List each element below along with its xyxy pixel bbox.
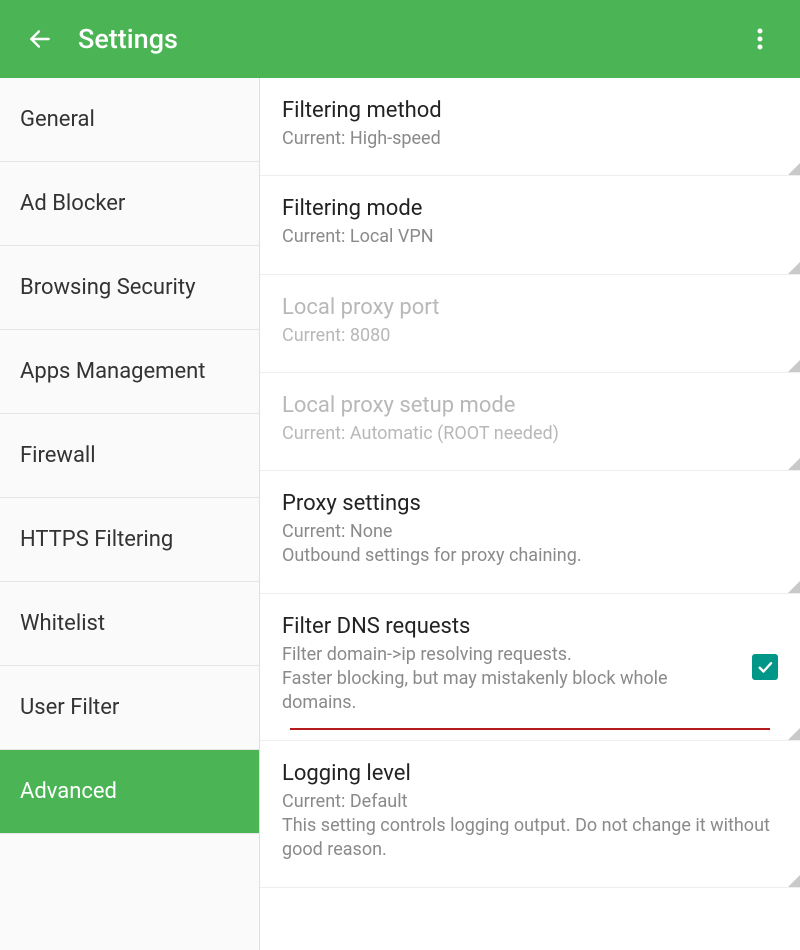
- sidebar-item-browsing-security[interactable]: Browsing Security: [0, 246, 259, 330]
- checkbox-filter-dns-requests[interactable]: [752, 654, 778, 680]
- sidebar-item-label: Browsing Security: [20, 275, 195, 300]
- setting-filter-dns-requests[interactable]: Filter DNS requests Filter domain->ip res…: [260, 594, 800, 741]
- setting-title: Proxy settings: [282, 491, 778, 516]
- sidebar-item-label: Apps Management: [20, 359, 206, 384]
- setting-subtitle: Filter domain->ip resolving requests. Fa…: [282, 643, 712, 716]
- resize-corner-icon: [788, 875, 800, 887]
- setting-proxy-settings[interactable]: Proxy settings Current: None Outbound set…: [260, 471, 800, 594]
- setting-title: Filtering mode: [282, 196, 778, 221]
- setting-subtitle: Current: Automatic (ROOT needed): [282, 422, 778, 446]
- setting-subtitle: Current: None Outbound settings for prox…: [282, 520, 778, 569]
- sidebar-item-general[interactable]: General: [0, 78, 259, 162]
- sidebar: General Ad Blocker Browsing Security Apps M…: [0, 78, 260, 950]
- setting-logging-level[interactable]: Logging level Current: Default This setti…: [260, 741, 800, 888]
- resize-corner-icon: [788, 360, 800, 372]
- sidebar-item-label: Advanced: [20, 779, 117, 804]
- content-panel[interactable]: Filtering methodCurrent: High-speedFilte…: [260, 78, 800, 950]
- sidebar-item-label: Ad Blocker: [20, 191, 125, 216]
- sidebar-item-firewall[interactable]: Firewall: [0, 414, 259, 498]
- sidebar-item-label: Firewall: [20, 443, 96, 468]
- setting-subtitle: Current: 8080: [282, 324, 778, 348]
- sidebar-item-label: HTTPS Filtering: [20, 527, 173, 552]
- check-icon: [756, 658, 774, 676]
- setting-title: Logging level: [282, 761, 778, 786]
- resize-corner-icon: [788, 581, 800, 593]
- sidebar-item-whitelist[interactable]: Whitelist: [0, 582, 259, 666]
- sidebar-item-user-filter[interactable]: User Filter: [0, 666, 259, 750]
- setting-title: Local proxy setup mode: [282, 393, 778, 418]
- setting-filtering-mode[interactable]: Filtering mode Current: Local VPN: [260, 176, 800, 274]
- resize-corner-icon: [788, 458, 800, 470]
- setting-subtitle: Current: High-speed: [282, 127, 778, 151]
- setting-local-proxy-setup-mode: Local proxy setup mode Current: Automatic…: [260, 373, 800, 471]
- more-button[interactable]: [740, 19, 780, 59]
- more-vert-icon: [757, 28, 763, 50]
- resize-corner-icon: [788, 163, 800, 175]
- back-button[interactable]: [20, 19, 60, 59]
- resize-corner-icon: [788, 728, 800, 740]
- setting-filtering-method[interactable]: Filtering method Current: High-speed: [260, 78, 800, 176]
- page-title: Settings: [78, 23, 740, 55]
- setting-title: Filter DNS requests: [282, 614, 730, 639]
- setting-title: Local proxy port: [282, 295, 778, 320]
- back-arrow-icon: [27, 26, 53, 52]
- body: General Ad Blocker Browsing Security Apps M…: [0, 78, 800, 950]
- setting-subtitle: Current: Default This setting controls l…: [282, 790, 778, 863]
- setting-subtitle: Current: Local VPN: [282, 225, 778, 249]
- setting-title: Filtering method: [282, 98, 778, 123]
- sidebar-item-label: User Filter: [20, 695, 119, 720]
- sidebar-item-label: General: [20, 107, 95, 132]
- sidebar-item-apps-management[interactable]: Apps Management: [0, 330, 259, 414]
- app-header: Settings: [0, 0, 800, 78]
- sidebar-item-https-filtering[interactable]: HTTPS Filtering: [0, 498, 259, 582]
- setting-local-proxy-port: Local proxy port Current: 8080: [260, 275, 800, 373]
- sidebar-item-label: Whitelist: [20, 611, 105, 636]
- resize-corner-icon: [788, 262, 800, 274]
- sidebar-item-ad-blocker[interactable]: Ad Blocker: [0, 162, 259, 246]
- sidebar-item-advanced[interactable]: Advanced: [0, 750, 259, 834]
- highlight-underline: [290, 728, 770, 730]
